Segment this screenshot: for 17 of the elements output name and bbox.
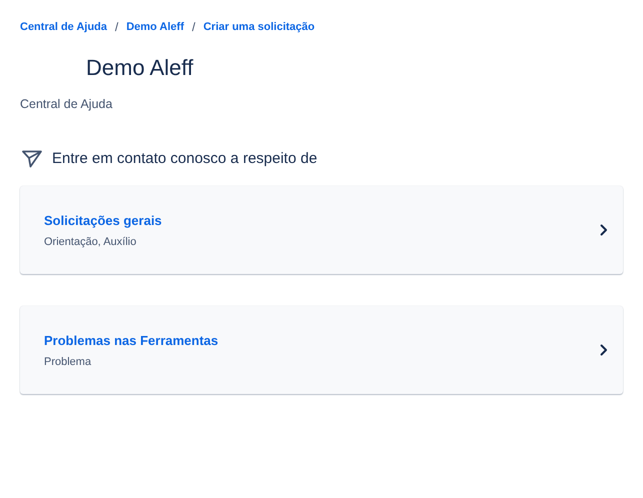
request-type-description: Problema	[44, 354, 92, 368]
chevron-right-icon	[600, 224, 608, 236]
request-type-card[interactable]: Solicitações gerais Orientação, Auxílio	[20, 186, 623, 274]
breadcrumb-link[interactable]: Demo Aleff	[126, 18, 184, 36]
section-heading: Entre em contato conosco a respeito de	[52, 149, 318, 169]
breadcrumb-link[interactable]: Criar uma solicitação	[203, 18, 315, 36]
request-type-card[interactable]: Problemas nas Ferramentas Problema	[20, 306, 623, 394]
chevron-right-icon	[600, 344, 608, 356]
request-type-description: Orientação, Auxílio	[44, 234, 136, 248]
page-title: Demo Aleff	[86, 54, 194, 82]
request-type-title: Solicitações gerais	[44, 212, 162, 230]
breadcrumb-link[interactable]: Central de Ajuda	[20, 18, 107, 36]
paper-plane-icon	[22, 150, 42, 168]
breadcrumb-separator: /	[115, 19, 118, 36]
help-center-label: Central de Ajuda	[20, 96, 112, 112]
request-type-title: Problemas nas Ferramentas	[44, 332, 218, 350]
breadcrumb-separator: /	[192, 19, 196, 36]
